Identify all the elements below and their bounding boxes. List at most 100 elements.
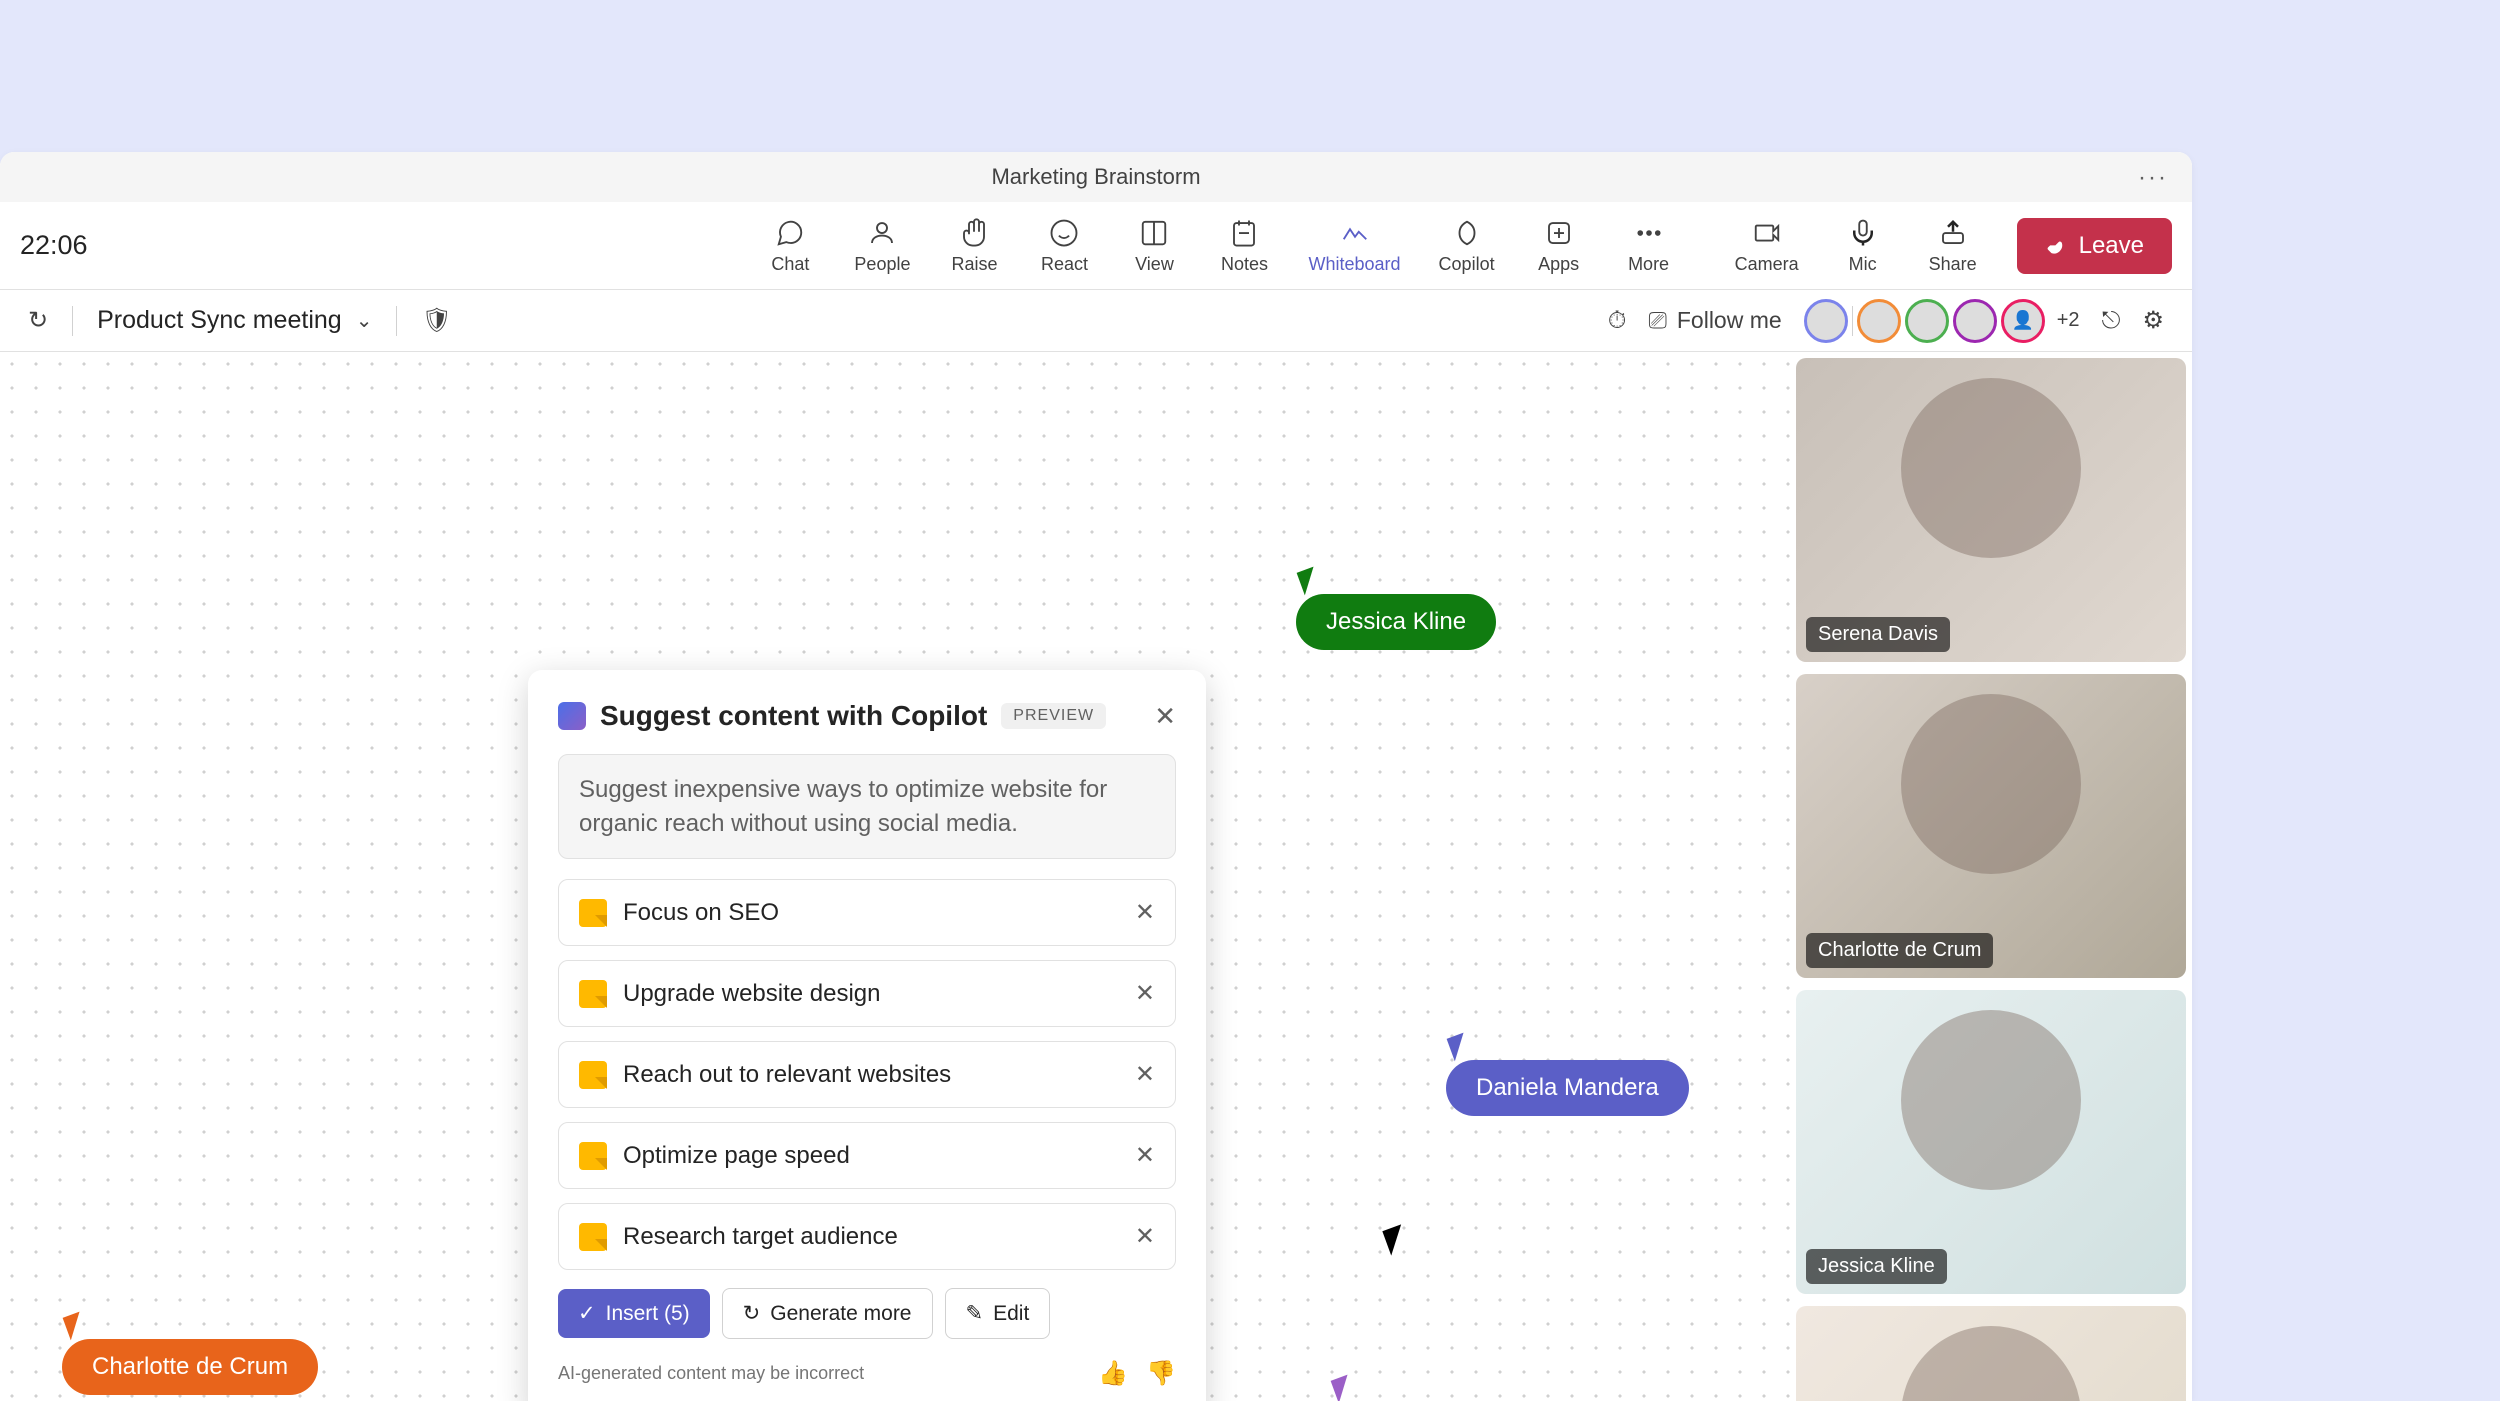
apps-icon: [1542, 216, 1576, 250]
meeting-name-dropdown[interactable]: Product Sync meeting ⌄: [97, 306, 372, 335]
whiteboard-button[interactable]: Whiteboard: [1308, 216, 1400, 275]
video-tile[interactable]: [1796, 1306, 2186, 1401]
video-tile[interactable]: Jessica Kline: [1796, 990, 2186, 1294]
leave-icon: [2045, 235, 2067, 257]
edit-button[interactable]: ✎ Edit: [945, 1288, 1051, 1339]
participant-name: Serena Davis: [1806, 617, 1950, 652]
more-participants[interactable]: +2: [2057, 309, 2080, 332]
sticky-note-icon: [579, 1142, 607, 1170]
timer-icon[interactable]: ⏱: [1608, 307, 1627, 335]
notes-button[interactable]: Notes: [1218, 216, 1270, 275]
participant-name: Charlotte de Crum: [1806, 933, 1993, 968]
cursor-jessica: Jessica Kline: [1296, 568, 1496, 650]
apps-button[interactable]: Apps: [1533, 216, 1585, 275]
ai-disclaimer: AI-generated content may be incorrect: [558, 1363, 864, 1384]
meeting-controls-right: Camera Mic Share Leave: [1735, 216, 2172, 275]
cursor-icon: [63, 1310, 94, 1341]
avatar[interactable]: [1804, 299, 1848, 343]
whiteboard-subbar: ↻ Product Sync meeting ⌄ 🛡 ⏱ ⎚ Follow me…: [0, 290, 2192, 352]
teams-meeting-window: Marketing Brainstorm ··· 22:06 Chat Peop…: [0, 152, 2192, 1401]
preview-badge: PREVIEW: [1001, 703, 1106, 729]
meeting-toolbar: 22:06 Chat People Raise React View: [0, 202, 2192, 290]
shield-icon[interactable]: 🛡: [421, 306, 451, 335]
follow-me-button[interactable]: ⎚ Follow me: [1648, 307, 1781, 334]
more-options-icon[interactable]: ···: [2138, 164, 2168, 192]
feedback-buttons: 👍 👎: [1098, 1359, 1176, 1388]
share-button[interactable]: Share: [1927, 216, 1979, 275]
share-icon: [1936, 216, 1970, 250]
remove-icon[interactable]: ✕: [1135, 979, 1155, 1008]
video-tile[interactable]: Serena Davis: [1796, 358, 2186, 662]
remove-icon[interactable]: ✕: [1135, 1222, 1155, 1251]
share-icon[interactable]: ⎋: [2102, 307, 2121, 335]
close-icon[interactable]: ✕: [1154, 701, 1176, 732]
remove-icon[interactable]: ✕: [1135, 1060, 1155, 1089]
sticky-note-icon: [579, 1061, 607, 1089]
copilot-icon: [1450, 216, 1484, 250]
sticky-note-icon: [579, 899, 607, 927]
cursor-icon: [1331, 1373, 1362, 1401]
generate-more-button[interactable]: ↻ Generate more: [722, 1288, 933, 1339]
copilot-header: Suggest content with Copilot PREVIEW ✕: [558, 700, 1176, 732]
settings-icon[interactable]: ⚙: [2142, 306, 2164, 335]
thumbs-down-icon[interactable]: 👎: [1146, 1359, 1176, 1388]
camera-icon: [1750, 216, 1784, 250]
camera-button[interactable]: Camera: [1735, 216, 1799, 275]
sticky-note-icon: [579, 980, 607, 1008]
chevron-down-icon: ⌄: [356, 308, 373, 333]
participant-avatars: 👤 +2: [1804, 299, 2080, 343]
notes-icon: [1227, 216, 1261, 250]
cursor-icon: [1297, 565, 1328, 596]
avatar[interactable]: [1953, 299, 1997, 343]
copilot-actions: ✓ Insert (5) ↻ Generate more ✎ Edit: [558, 1288, 1176, 1339]
video-participants-panel: Serena Davis Charlotte de Crum Jessica K…: [1796, 358, 2186, 1401]
suggestion-item[interactable]: Research target audience ✕: [558, 1203, 1176, 1270]
chat-icon: [773, 216, 807, 250]
cursor-icon: [1447, 1031, 1478, 1062]
suggestion-item[interactable]: Focus on SEO ✕: [558, 879, 1176, 946]
sticky-note-icon: [579, 1223, 607, 1251]
mic-icon: [1846, 216, 1880, 250]
avatar[interactable]: [1857, 299, 1901, 343]
toolbar-tools: Chat People Raise React View Notes: [764, 216, 1674, 275]
avatar[interactable]: 👤: [2001, 299, 2045, 343]
leave-button[interactable]: Leave: [2017, 218, 2172, 274]
raise-hand-icon: [957, 216, 991, 250]
check-icon: ✓: [578, 1301, 596, 1326]
present-icon: ⎚: [1648, 307, 1666, 334]
suggestion-item[interactable]: Reach out to relevant websites ✕: [558, 1041, 1176, 1108]
copilot-title: Suggest content with Copilot: [600, 700, 987, 732]
avatar[interactable]: [1905, 299, 1949, 343]
copilot-suggest-panel: Suggest content with Copilot PREVIEW ✕ S…: [528, 670, 1206, 1401]
subbar-right: ⏱ ⎚ Follow me 👤 +2 ⎋ ⚙: [1608, 299, 2164, 343]
titlebar: Marketing Brainstorm ···: [0, 152, 2192, 202]
whiteboard-icon: [1338, 216, 1372, 250]
copilot-button[interactable]: Copilot: [1439, 216, 1495, 275]
people-icon: [865, 216, 899, 250]
video-tile[interactable]: Charlotte de Crum: [1796, 674, 2186, 978]
react-button[interactable]: React: [1038, 216, 1090, 275]
mic-button[interactable]: Mic: [1837, 216, 1889, 275]
people-button[interactable]: People: [854, 216, 910, 275]
copilot-prompt-input[interactable]: Suggest inexpensive ways to optimize web…: [558, 754, 1176, 859]
whiteboard-canvas[interactable]: Jessica Kline Daniela Mandera Serena Dav…: [0, 352, 1790, 1401]
chat-button[interactable]: Chat: [764, 216, 816, 275]
react-icon: [1047, 216, 1081, 250]
remove-icon[interactable]: ✕: [1135, 1141, 1155, 1170]
cursor-charlotte: Charlotte de Crum: [62, 1313, 318, 1395]
pencil-icon: ✎: [966, 1301, 984, 1326]
cursor-local: [1382, 1222, 1415, 1255]
meeting-timer: 22:06: [20, 230, 88, 261]
insert-button[interactable]: ✓ Insert (5): [558, 1289, 710, 1338]
participant-name: Jessica Kline: [1806, 1249, 1947, 1284]
suggestion-item[interactable]: Upgrade website design ✕: [558, 960, 1176, 1027]
redo-icon[interactable]: ↻: [28, 306, 48, 335]
thumbs-up-icon[interactable]: 👍: [1098, 1359, 1128, 1388]
suggestion-item[interactable]: Optimize page speed ✕: [558, 1122, 1176, 1189]
view-button[interactable]: View: [1128, 216, 1180, 275]
more-button[interactable]: More: [1623, 216, 1675, 275]
window-title: Marketing Brainstorm: [991, 164, 1200, 190]
raise-button[interactable]: Raise: [948, 216, 1000, 275]
remove-icon[interactable]: ✕: [1135, 898, 1155, 927]
cursor-serena: Serena Davis: [1330, 1376, 1534, 1401]
